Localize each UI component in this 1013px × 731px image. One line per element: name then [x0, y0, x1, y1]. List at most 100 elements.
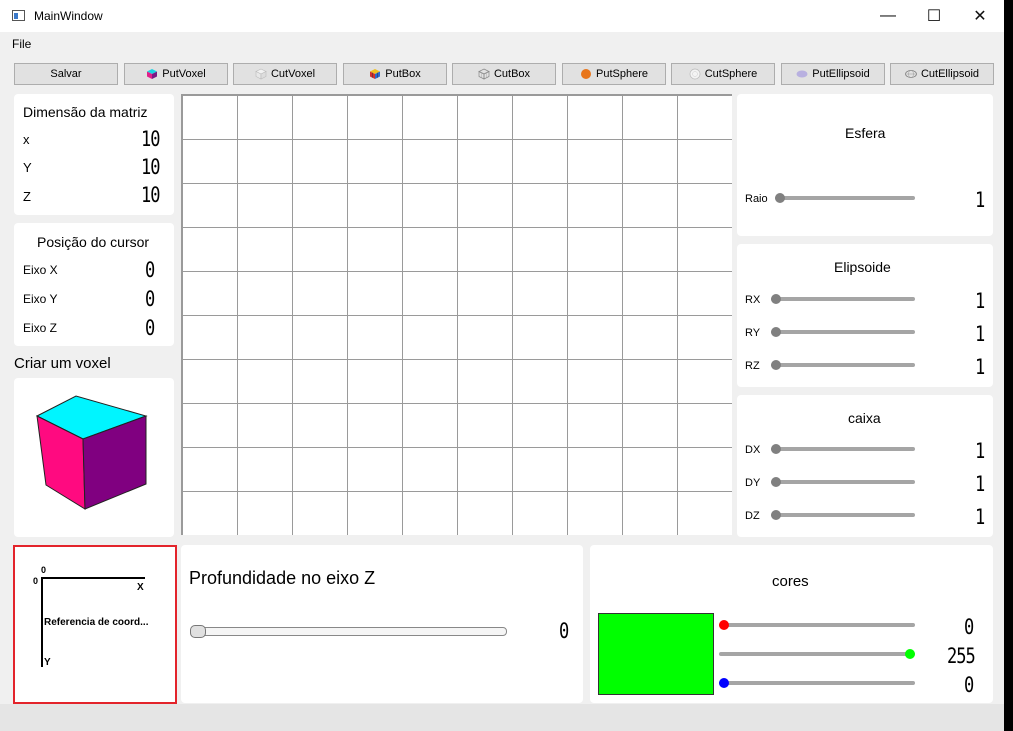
- ellipsoid-icon: [796, 70, 808, 78]
- sphere-panel: Esfera Raio 1: [737, 94, 993, 236]
- ry-lcd: 1: [975, 322, 985, 347]
- ref-y-axis-label: Y: [44, 657, 51, 668]
- ref-origin: 0: [33, 576, 39, 586]
- voxel-preview-panel: [14, 378, 174, 537]
- window-title: MainWindow: [34, 9, 103, 23]
- color-preview-swatch: [598, 613, 714, 695]
- dy-slider-handle[interactable]: [771, 477, 781, 487]
- raio-lcd: 1: [975, 188, 985, 213]
- rx-slider-handle[interactable]: [771, 294, 781, 304]
- cut-sphere-button[interactable]: CutSphere: [671, 63, 775, 85]
- dim-y-label: Y: [23, 160, 32, 175]
- eixo-z-lcd: 0: [145, 316, 155, 341]
- cut-sphere-label: CutSphere: [704, 68, 758, 80]
- voxel-cube-preview: [35, 395, 148, 510]
- raio-label: Raio: [745, 193, 768, 205]
- voxel-grid-canvas[interactable]: [181, 94, 732, 535]
- salvar-label: Salvar: [50, 68, 82, 80]
- sphere-outline-icon: [689, 68, 701, 80]
- dz-label: DZ: [745, 510, 760, 522]
- main-window: MainWindow — ☐ ✕ File Salvar PutVoxel Cu…: [0, 0, 1004, 731]
- cut-voxel-button[interactable]: CutVoxel: [233, 63, 337, 85]
- sphere-icon: [581, 69, 591, 79]
- cut-box-label: CutBox: [493, 68, 531, 80]
- salvar-button[interactable]: Salvar: [14, 63, 118, 85]
- cut-box-button[interactable]: CutBox: [452, 63, 556, 85]
- cut-voxel-label: CutVoxel: [270, 68, 316, 80]
- cube-outline-icon: [255, 68, 267, 80]
- menu-bar: File: [0, 33, 1004, 53]
- dy-slider[interactable]: [771, 477, 915, 487]
- put-sphere-button[interactable]: PutSphere: [562, 63, 666, 85]
- coordinate-reference-panel: 0 0 X Y Referencia de coord...: [13, 545, 177, 704]
- close-button[interactable]: ✕: [957, 0, 1003, 32]
- ellipsoid-wireframe-icon: [905, 70, 917, 78]
- rx-label: RX: [745, 294, 761, 306]
- dx-label: DX: [745, 444, 761, 456]
- green-slider[interactable]: [719, 649, 915, 659]
- ry-slider-handle[interactable]: [771, 327, 781, 337]
- ref-x-axis-line: [41, 577, 145, 579]
- raio-slider-handle[interactable]: [775, 193, 785, 203]
- ry-slider[interactable]: [771, 327, 915, 337]
- colors-panel: cores 0 255 0: [590, 545, 993, 703]
- depth-z-slider-handle[interactable]: [190, 625, 206, 638]
- eixo-x-label: Eixo X: [23, 263, 58, 277]
- eixo-x-lcd: 0: [145, 258, 155, 283]
- cube-icon: [147, 69, 158, 79]
- put-voxel-button[interactable]: PutVoxel: [124, 63, 228, 85]
- ref-y-axis-line: [41, 577, 43, 667]
- raio-slider[interactable]: [775, 193, 915, 203]
- box-panel: caixa DX 1 DY 1 DZ 1: [737, 395, 993, 537]
- dx-slider-handle[interactable]: [771, 444, 781, 454]
- ellipsoid-title: Elipsoide: [834, 259, 891, 275]
- matrix-dimension-title: Dimensão da matriz: [23, 104, 148, 120]
- dz-slider-handle[interactable]: [771, 510, 781, 520]
- dx-slider[interactable]: [771, 444, 915, 454]
- rz-slider-handle[interactable]: [771, 360, 781, 370]
- blue-slider[interactable]: [719, 678, 915, 688]
- menu-file[interactable]: File: [12, 37, 31, 51]
- rz-label: RZ: [745, 360, 760, 372]
- rz-lcd: 1: [975, 355, 985, 380]
- put-box-button[interactable]: PutBox: [343, 63, 447, 85]
- cut-ellipsoid-label: CutEllipsoid: [920, 68, 980, 80]
- dim-x-label: x: [23, 132, 30, 147]
- ref-top-zero: 0: [41, 565, 47, 575]
- blue-slider-handle[interactable]: [719, 678, 729, 688]
- cursor-position-title: Posição do cursor: [37, 234, 150, 250]
- wireframe-cube-icon: [478, 68, 490, 80]
- dim-x-lcd: 10: [141, 127, 161, 152]
- ellipsoid-panel: Elipsoide RX 1 RY 1 RZ 1: [737, 244, 993, 387]
- cursor-position-panel: Posição do cursor Eixo X 0 Eixo Y 0 Eixo…: [14, 223, 174, 346]
- create-voxel-title: Criar um voxel: [14, 355, 111, 372]
- rx-slider[interactable]: [771, 294, 915, 304]
- put-voxel-label: PutVoxel: [162, 68, 206, 80]
- rz-slider[interactable]: [771, 360, 915, 370]
- dz-lcd: 1: [975, 505, 985, 530]
- maximize-button[interactable]: ☐: [911, 0, 957, 32]
- depth-z-lcd: 0: [559, 619, 569, 644]
- eixo-y-label: Eixo Y: [23, 292, 58, 306]
- sphere-title: Esfera: [845, 125, 886, 141]
- blue-lcd: 0: [964, 673, 974, 698]
- dim-y-lcd: 10: [141, 155, 161, 180]
- matrix-dimension-panel: Dimensão da matriz x 10 Y 10 Z 10: [14, 94, 174, 215]
- status-strip: [0, 704, 1004, 731]
- title-bar[interactable]: MainWindow — ☐ ✕: [0, 0, 1004, 32]
- dz-slider[interactable]: [771, 510, 915, 520]
- eixo-z-label: Eixo Z: [23, 321, 58, 335]
- dim-z-lcd: 10: [141, 183, 161, 208]
- red-slider-handle[interactable]: [719, 620, 729, 630]
- rubiks-cube-icon: [370, 69, 381, 79]
- green-slider-handle[interactable]: [905, 649, 915, 659]
- depth-z-slider[interactable]: [190, 625, 507, 638]
- put-ellipsoid-button[interactable]: PutEllipsoid: [781, 63, 885, 85]
- depth-z-panel: Profundidade no eixo Z 0: [181, 545, 583, 703]
- minimize-button[interactable]: —: [865, 0, 911, 32]
- green-lcd: 255: [947, 644, 976, 669]
- box-title: caixa: [848, 410, 881, 426]
- dy-label: DY: [745, 477, 761, 489]
- red-slider[interactable]: [719, 620, 915, 630]
- cut-ellipsoid-button[interactable]: CutEllipsoid: [890, 63, 994, 85]
